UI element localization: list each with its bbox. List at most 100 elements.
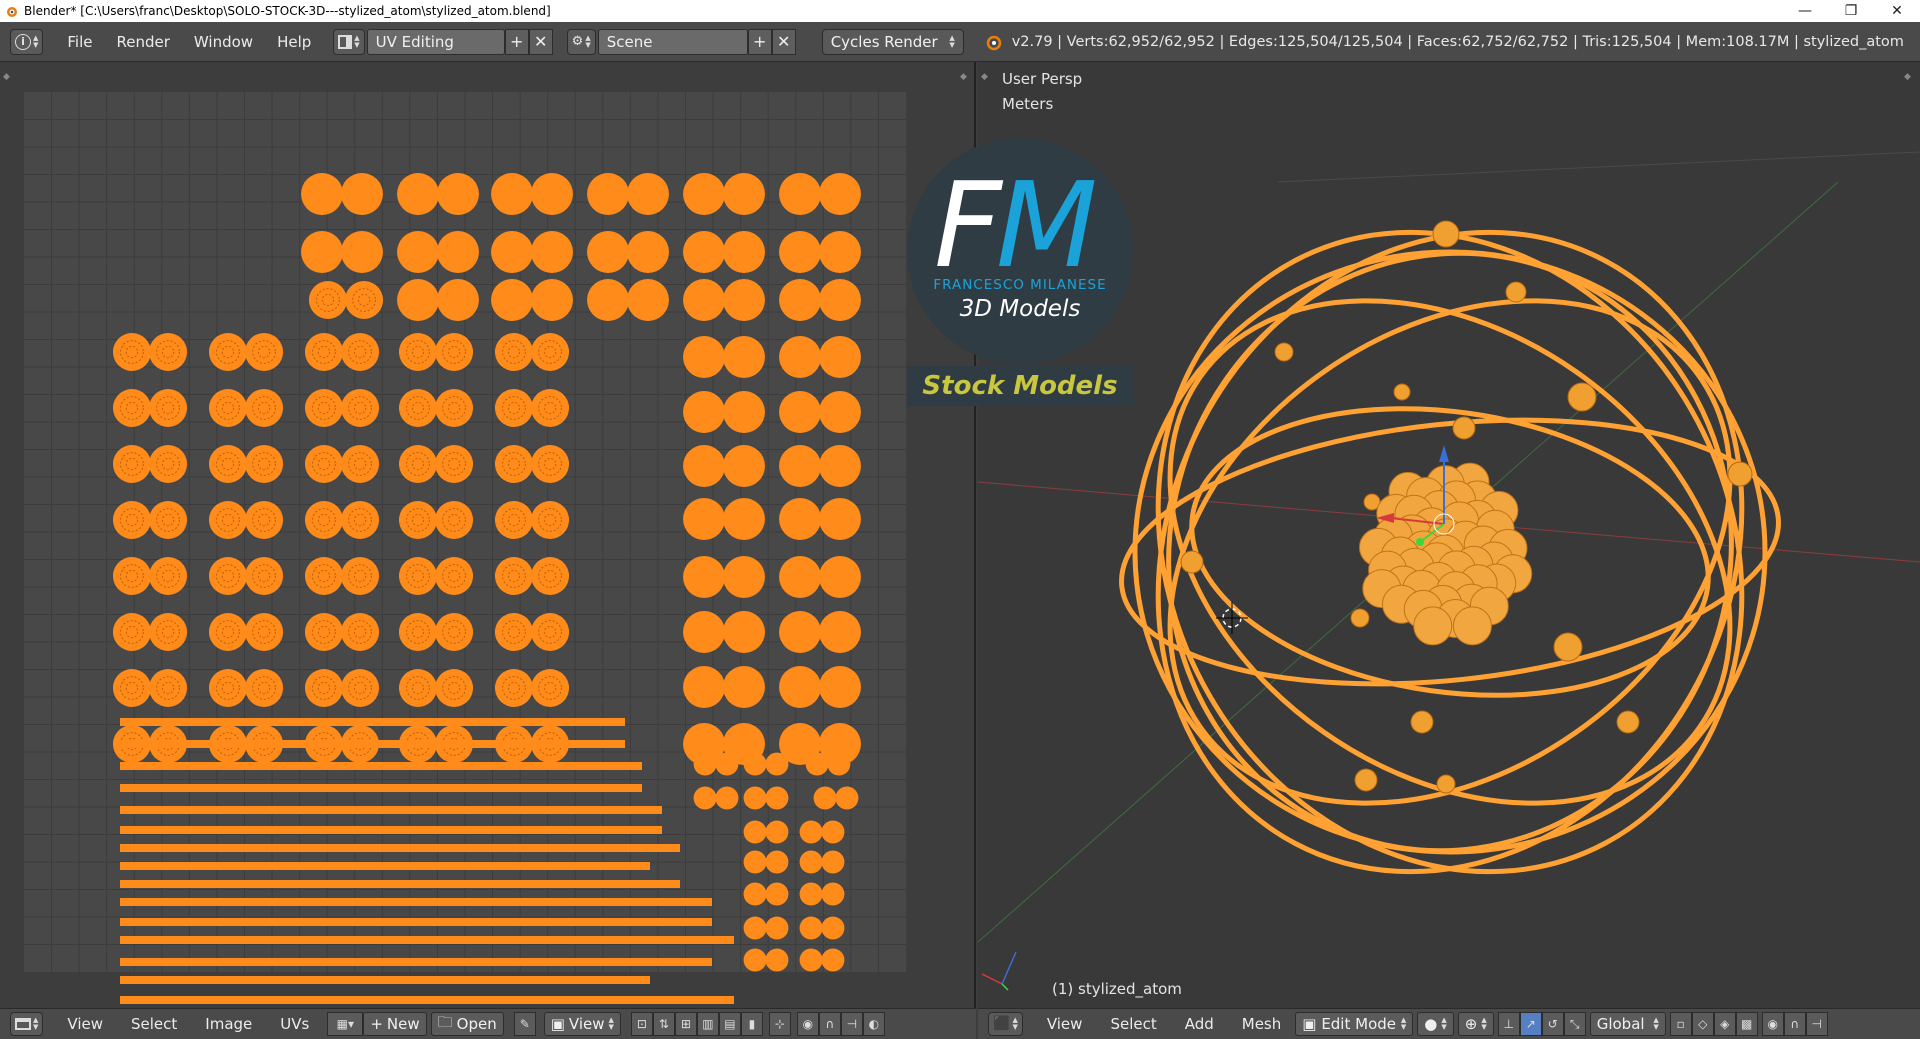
uv-island-disc: [743, 882, 767, 906]
open-image-button[interactable]: 🗀 Open: [430, 1012, 504, 1036]
menu-file[interactable]: File: [55, 33, 104, 51]
vertex-select-button[interactable]: ▫: [1669, 1012, 1692, 1036]
menu-select[interactable]: Select: [117, 1015, 191, 1033]
close-icon: ✕: [533, 32, 548, 51]
uv-island-disc: [208, 333, 247, 371]
select-mode-vertex-button[interactable]: ⊞: [674, 1012, 697, 1036]
uv-island-disc: [304, 501, 343, 539]
uv-island-disc: [779, 391, 822, 433]
browse-image-button[interactable]: ▦▾: [327, 1012, 364, 1036]
menu-render[interactable]: Render: [105, 33, 182, 51]
orientation-dropdown[interactable]: Global ▲ ▼: [1589, 1012, 1666, 1036]
menu-uvs[interactable]: UVs: [266, 1015, 323, 1033]
menu-select[interactable]: Select: [1096, 1015, 1170, 1033]
snap-magnet-icon: ∩: [1790, 1017, 1800, 1031]
chevron-updown-icon: ▲ ▼: [1400, 1016, 1407, 1031]
electron: [1452, 416, 1476, 440]
uv-island-disc: [805, 752, 829, 776]
mode-dropdown[interactable]: ▣ Edit Mode ▲ ▼: [1295, 1012, 1414, 1036]
uv-island-disc: [818, 611, 861, 653]
editor-type-selector[interactable]: i ▲ ▼: [10, 28, 44, 55]
render-engine-dropdown[interactable]: Cycles Render ▲ ▼: [821, 28, 964, 55]
snap-button[interactable]: ∩: [1783, 1012, 1806, 1036]
sculpt-icon: ◐: [868, 1017, 880, 1031]
menu-image[interactable]: Image: [191, 1015, 266, 1033]
pivot-point-dropdown[interactable]: ⊕ ▲ ▼: [1457, 1012, 1494, 1036]
scale-manipulator-button[interactable]: ⤡: [1563, 1012, 1586, 1036]
face-select-icon: ◈: [1720, 1017, 1730, 1031]
rotate-manipulator-button[interactable]: ↺: [1541, 1012, 1564, 1036]
remove-screen-button[interactable]: ✕: [528, 28, 553, 55]
uv-island-disc: [799, 882, 823, 906]
menu-mesh[interactable]: Mesh: [1228, 1015, 1296, 1033]
pin-image-button[interactable]: ✎: [513, 1012, 536, 1036]
uv-island-disc: [149, 389, 188, 427]
uv-island-disc: [436, 279, 479, 321]
snap-element-button[interactable]: ⊣: [1805, 1012, 1828, 1036]
uv-strip: [120, 958, 712, 966]
electron: [1432, 220, 1460, 248]
scene-field[interactable]: Scene: [597, 28, 748, 55]
minimize-button[interactable]: —: [1782, 0, 1828, 22]
occlude-geometry-button[interactable]: ▩: [1735, 1012, 1758, 1036]
menu-view[interactable]: View: [53, 1015, 117, 1033]
uv-island-disc: [818, 173, 861, 215]
manipulator-toggle[interactable]: ⊥: [1497, 1012, 1520, 1036]
menu-window[interactable]: Window: [182, 33, 265, 51]
screen-layout-field[interactable]: UV Editing: [366, 28, 505, 55]
uv-island-disc: [494, 333, 533, 371]
uv-island-disc: [530, 231, 573, 273]
area-split-icon[interactable]: ◆: [1904, 72, 1914, 82]
orientation-label: Global: [1596, 1015, 1645, 1033]
shading-dropdown[interactable]: ● ▲ ▼: [1417, 1012, 1454, 1036]
units-label: Meters: [1002, 95, 1054, 113]
menu-add[interactable]: Add: [1171, 1015, 1228, 1033]
image-editor-icon: [15, 1018, 31, 1030]
uv-strip: [120, 844, 680, 852]
area-split-icon[interactable]: ◆: [981, 72, 991, 82]
screen-layout-selector[interactable]: ▲ ▼: [333, 28, 365, 55]
electron: [1354, 768, 1378, 792]
blender-window: Blender* [C:\Users\franc\Desktop\SOLO-ST…: [0, 0, 1920, 1039]
menu-help[interactable]: Help: [265, 33, 323, 51]
uv-sculpt-button[interactable]: ◐: [862, 1012, 885, 1036]
uv-island-disc: [821, 948, 845, 972]
scene-selector[interactable]: ⚙ ▲ ▼: [566, 28, 596, 55]
face-select-button[interactable]: ◈: [1713, 1012, 1736, 1036]
proportional-edit-button[interactable]: ◉: [796, 1012, 819, 1036]
uv-island-disc: [341, 445, 380, 483]
uv-island-disc: [626, 279, 669, 321]
sync-selection-button[interactable]: ⇅: [652, 1012, 675, 1036]
translate-manipulator-button[interactable]: ↗: [1519, 1012, 1542, 1036]
area-split-icon[interactable]: ◆: [960, 72, 970, 82]
uv-canvas[interactable]: [0, 62, 976, 1008]
snap-button[interactable]: ∩: [818, 1012, 841, 1036]
remove-scene-button[interactable]: ✕: [771, 28, 796, 55]
close-button[interactable]: ✕: [1874, 0, 1920, 22]
chevron-updown-icon: ▲ ▼: [33, 1016, 39, 1031]
new-image-button[interactable]: + New: [363, 1012, 427, 1036]
edge-select-button[interactable]: ◇: [1691, 1012, 1714, 1036]
editor-type-selector[interactable]: ▲ ▼: [10, 1012, 44, 1036]
uv-island-disc: [308, 281, 347, 319]
uv-island-disc: [531, 501, 570, 539]
add-screen-button[interactable]: +: [504, 28, 529, 55]
uv-island-disc: [112, 669, 151, 707]
add-scene-button[interactable]: +: [747, 28, 772, 55]
pivot-button[interactable]: ⊡: [630, 1012, 653, 1036]
manipulator-icon: ⊥: [1503, 1017, 1514, 1031]
menu-view[interactable]: View: [1033, 1015, 1097, 1033]
select-mode-edge-button[interactable]: ▥: [696, 1012, 719, 1036]
select-mode-face-button[interactable]: ▤: [718, 1012, 741, 1036]
snap-element-button[interactable]: ⊣: [840, 1012, 863, 1036]
view-mode-dropdown[interactable]: ▣ View ▲ ▼: [543, 1012, 621, 1036]
area-split-icon[interactable]: ◆: [3, 72, 13, 82]
uv-island-disc: [301, 231, 344, 273]
face-select-icon: ▤: [724, 1017, 736, 1031]
maximize-button[interactable]: ❐: [1828, 0, 1874, 22]
proportional-edit-button[interactable]: ◉: [1761, 1012, 1784, 1036]
sticky-select-button[interactable]: ⊹: [768, 1012, 791, 1036]
uv-image-editor[interactable]: ◆ ◆: [0, 62, 976, 1008]
editor-type-selector[interactable]: ⬛ ▲ ▼: [988, 1012, 1023, 1036]
select-mode-island-button[interactable]: ▮: [740, 1012, 763, 1036]
